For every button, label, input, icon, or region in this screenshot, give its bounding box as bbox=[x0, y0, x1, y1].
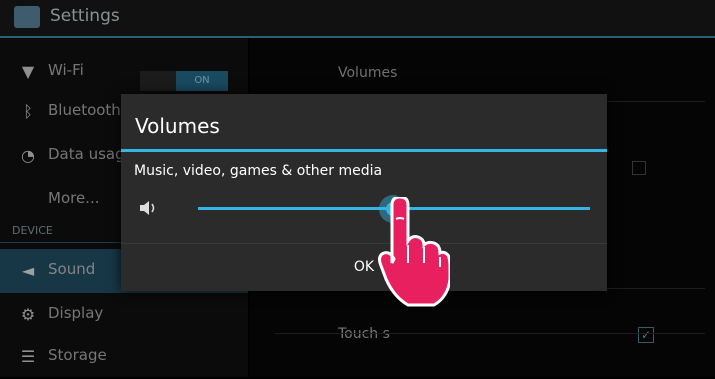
ok-button[interactable]: OK bbox=[121, 244, 607, 291]
sidebar-item-label: Bluetooth bbox=[48, 101, 121, 119]
dialog-title: Volumes bbox=[135, 114, 220, 138]
row-divider bbox=[275, 333, 705, 334]
sound-icon: ◄ bbox=[21, 261, 35, 280]
dialog-title-divider bbox=[121, 149, 607, 152]
touch-sounds-checkbox[interactable]: ✓ bbox=[638, 327, 654, 343]
sidebar-item-label: Display bbox=[48, 304, 104, 322]
sidebar-item-storage[interactable]: ☰ Storage bbox=[0, 335, 248, 379]
sidebar-item-label: More... bbox=[48, 189, 100, 207]
volumes-dialog: Volumes Music, video, games & other medi… bbox=[121, 94, 607, 291]
sidebar-item-display[interactable]: ⚙ Display bbox=[0, 293, 248, 337]
wifi-icon: ▼ bbox=[21, 62, 35, 81]
media-volume-label: Music, video, games & other media bbox=[134, 163, 383, 179]
sidebar-item-label: Wi-Fi bbox=[48, 61, 84, 79]
sidebar-item-wifi[interactable]: ▼ Wi-Fi ON bbox=[0, 50, 248, 94]
action-bar: Settings bbox=[0, 0, 715, 38]
pointing-hand-icon bbox=[378, 197, 450, 307]
toggle-on-label: ON bbox=[176, 71, 228, 91]
storage-icon: ☰ bbox=[20, 347, 36, 366]
data-usage-icon: ◔ bbox=[21, 146, 35, 165]
speaker-icon bbox=[138, 198, 162, 218]
touch-sounds-label[interactable]: Touch s bbox=[338, 326, 390, 342]
volumes-row-label[interactable]: Volumes bbox=[338, 65, 397, 81]
wifi-toggle[interactable]: ON bbox=[140, 71, 228, 91]
settings-app-icon[interactable] bbox=[14, 6, 40, 28]
display-icon: ⚙ bbox=[20, 305, 36, 324]
bluetooth-icon: ᛒ bbox=[23, 102, 33, 121]
app-title: Settings bbox=[50, 6, 120, 26]
sidebar-item-label: Sound bbox=[48, 260, 96, 278]
row-checkbox[interactable] bbox=[632, 161, 646, 175]
section-header-device: DEVICE bbox=[12, 224, 53, 237]
sidebar-item-label: Storage bbox=[48, 346, 107, 364]
